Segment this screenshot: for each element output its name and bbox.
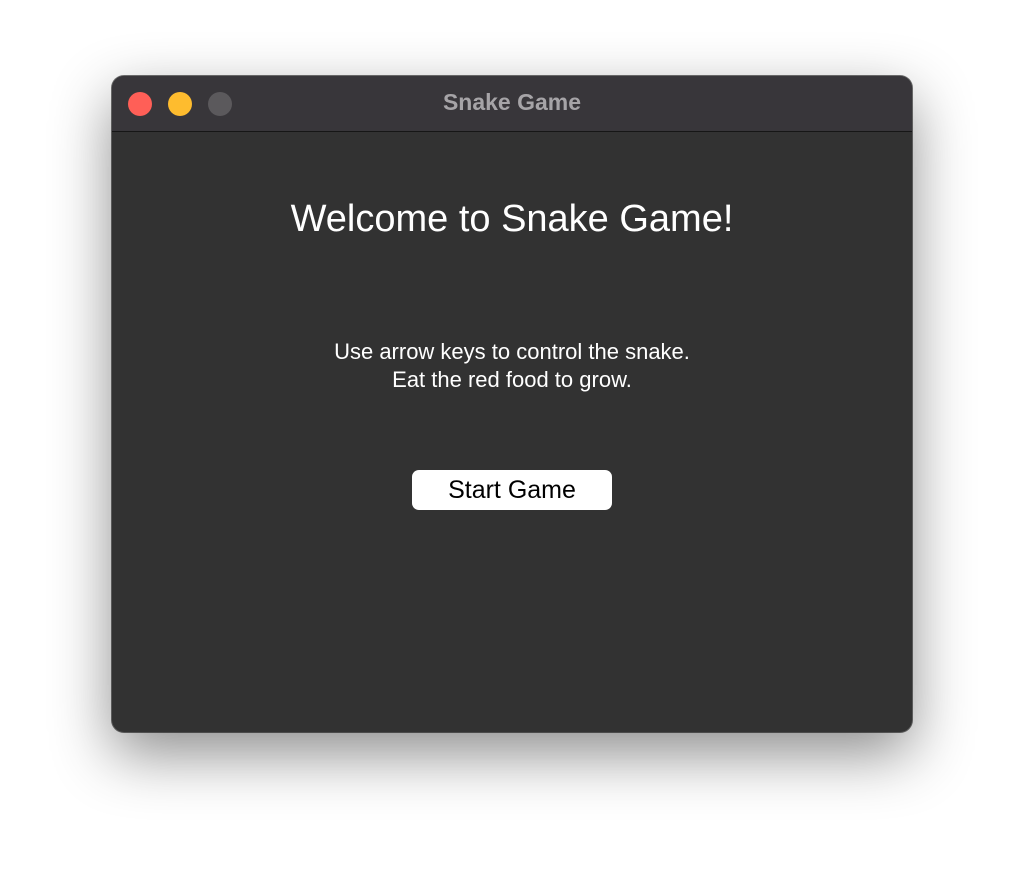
title-bar[interactable]: Snake Game (112, 76, 912, 132)
instruction-line-controls: Use arrow keys to control the snake. (334, 339, 690, 364)
window-title: Snake Game (442, 89, 582, 115)
instruction-line-goal: Eat the red food to grow. (392, 367, 632, 392)
start-game-button[interactable]: Start Game (412, 470, 612, 510)
app-window: Snake Game Welcome to Snake Game! Use ar… (112, 76, 912, 732)
game-start-screen: Welcome to Snake Game! Use arrow keys to… (112, 132, 912, 732)
welcome-heading: Welcome to Snake Game! (290, 198, 734, 240)
instructions-text: Use arrow keys to control the snake. Eat… (112, 338, 912, 394)
